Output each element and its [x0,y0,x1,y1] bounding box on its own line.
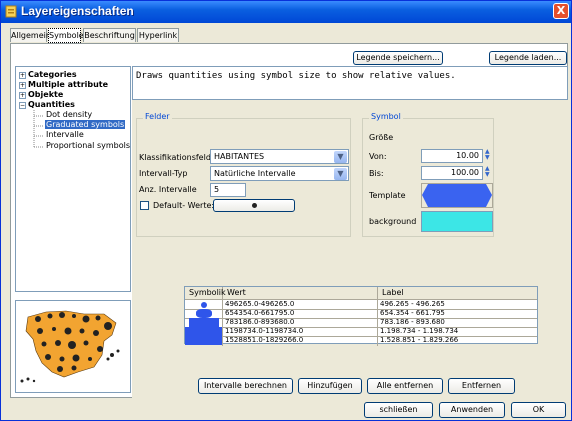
circle-symbol-icon [189,318,219,327]
template-symbol-button[interactable] [421,183,493,208]
collapse-icon[interactable]: − [19,102,26,109]
symbol-cell [185,336,223,346]
calculate-intervals-button[interactable]: Intervalle berechnen [198,378,293,394]
remove-button[interactable]: Entfernen [448,378,515,394]
template-label: Template [369,191,406,200]
size-label: Größe [369,133,394,142]
map-preview [15,300,131,393]
remove-all-button[interactable]: Alle entfernen [367,378,443,394]
felder-legend: Felder [143,112,172,121]
legend-type-tree: + Categories + Multiple attribute + Obje… [15,66,131,292]
tab-allgemein[interactable]: Allgemein [10,28,51,42]
dot-icon [251,203,257,208]
ok-button[interactable]: OK [511,402,566,418]
tab-beschriftung[interactable]: Beschriftung [83,28,136,42]
add-interval-button[interactable]: Hinzufügen [298,378,362,394]
column-header-wert[interactable]: Wert [223,287,378,299]
tree-item-quantities[interactable]: Quantities [28,100,75,109]
value-cell: 1528851.0-1829266.0 [223,336,378,346]
tab-content: Legende speichern... Legende laden... + … [10,43,568,398]
symbol-legend: Symbol [369,112,403,121]
size-from-stepper[interactable]: ▲ ▼ [485,149,492,161]
tree-item-objekte[interactable]: Objekte [28,90,63,99]
column-header-symbolik[interactable]: Symbolik [185,287,226,299]
expand-icon[interactable]: + [19,92,26,99]
background-color-button[interactable] [421,211,493,232]
tab-symbole[interactable]: Symbole [48,28,84,43]
tab-hyperlink[interactable]: Hyperlink [137,28,179,42]
tree-item-categories[interactable]: Categories [28,70,77,79]
background-label: background [369,217,417,226]
classification-field-select[interactable]: HABITANTES ▼ [210,149,349,164]
chevron-down-icon[interactable]: ▼ [334,168,347,180]
spain-map-image [20,310,120,383]
save-legend-button[interactable]: Legende speichern... [353,51,443,65]
close-button[interactable]: schließen [364,402,433,418]
circle-symbol-icon [185,336,222,345]
table-row[interactable]: 1528851.0-1829266.0 1.528.851 - 1.829.26… [185,336,537,346]
tree-item-graduated-symbols[interactable]: Graduated symbols [45,120,126,129]
window-title: Layereigenschaften [21,4,134,18]
load-legend-button[interactable]: Legende laden... [489,51,567,65]
template-symbol-preview [422,184,492,207]
label-cell: 1.528.851 - 1.829.266 [380,336,459,344]
classification-field-label: Klassifikationsfeld [139,153,211,162]
size-to-stepper[interactable]: ▲ ▼ [485,166,492,178]
chevron-down-icon[interactable]: ▼ [334,151,347,163]
expand-icon[interactable]: + [19,72,26,79]
default-values-checkbox[interactable] [140,201,149,210]
default-symbol-button[interactable] [213,199,295,212]
title-bar[interactable]: Layereigenschaften X [1,1,571,23]
circle-symbol-icon [196,309,212,318]
expand-icon[interactable]: + [19,82,26,89]
tree-item-dot-density[interactable]: Dot density [46,110,92,119]
apply-button[interactable]: Anwenden [439,402,505,418]
legend-settings-panel: Draws quantities using symbol size to sh… [132,66,568,398]
size-from-label: Von: [369,152,387,161]
table-header: Symbolik Wert Label [185,287,537,300]
circle-symbol-icon [185,327,222,336]
legend-description: Draws quantities using symbol size to sh… [132,66,568,100]
intervals-table: Symbolik Wert Label 496265.0-496265.0 49… [184,286,538,346]
tree-connector-lines [33,110,43,148]
interval-type-value: Natürliche Intervalle [214,169,296,178]
default-values-label: Default- Werte: [153,201,215,210]
size-to-label: Bis: [369,169,384,178]
circle-symbol-icon [201,302,207,308]
layer-properties-window: Layereigenschaften X Allgemein Symbole B… [0,0,572,421]
layer-app-icon [5,5,17,18]
close-window-button[interactable]: X [553,3,569,19]
felder-group: Felder Klassifikationsfeld HABITANTES ▼ … [136,112,351,237]
interval-type-label: Intervall-Typ [139,169,188,178]
interval-count-input[interactable]: 5 [210,183,246,197]
size-from-input[interactable]: 10.00 [421,149,483,163]
interval-type-select[interactable]: Natürliche Intervalle ▼ [210,166,349,181]
classification-field-value: HABITANTES [214,152,265,161]
tree-item-intervalle[interactable]: Intervalle [46,130,84,139]
column-header-label[interactable]: Label [378,287,537,299]
symbol-group: Symbol Größe Von: 10.00 ▲ ▼ Bis: 100.00 ▲… [362,112,494,237]
tree-item-proportional-symbols[interactable]: Proportional symbols [46,141,130,150]
size-to-input[interactable]: 100.00 [421,166,483,180]
tree-item-multiple-attribute[interactable]: Multiple attribute [28,80,108,89]
interval-count-label: Anz. Intervalle [139,185,197,194]
